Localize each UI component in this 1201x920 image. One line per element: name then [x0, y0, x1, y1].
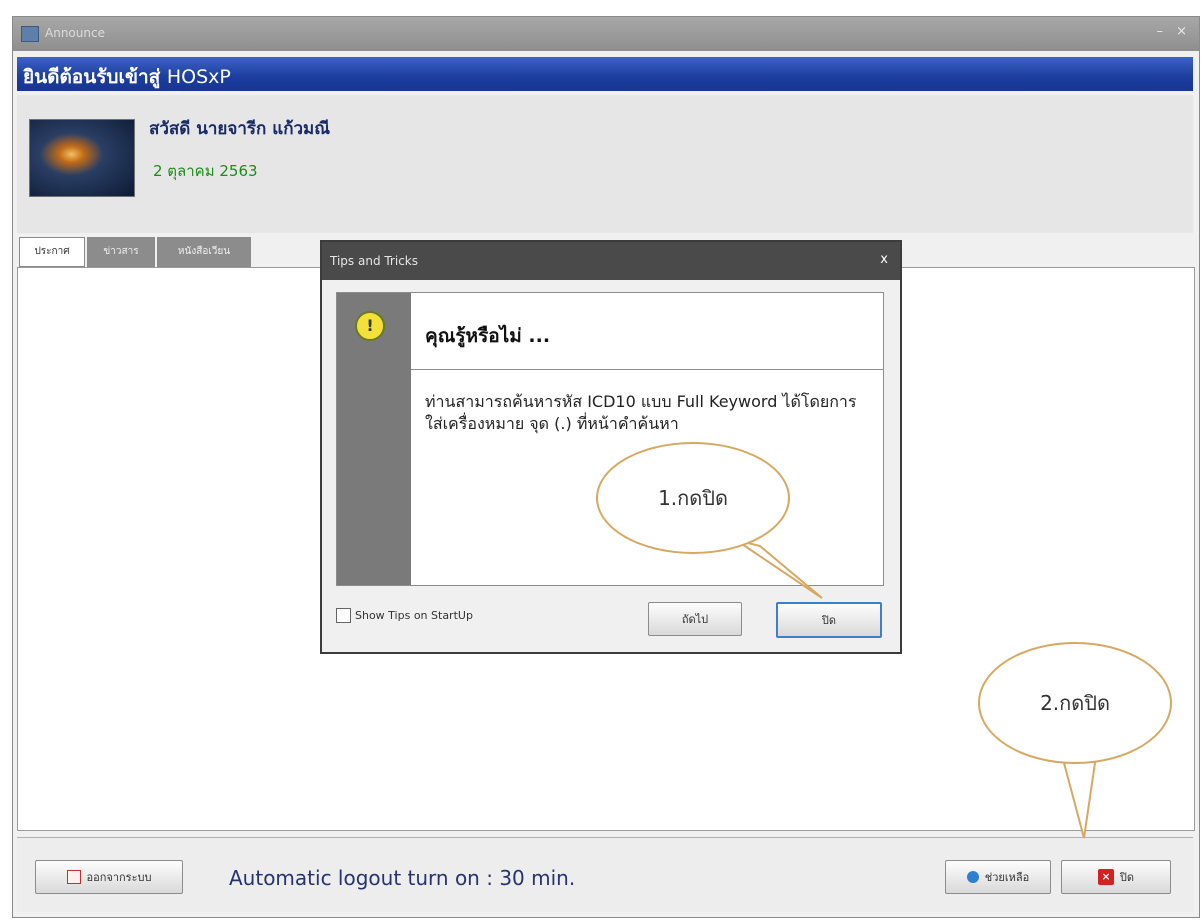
help-button[interactable]: ช่วยเหลือ: [945, 860, 1051, 894]
avatar: [29, 119, 135, 197]
logout-button[interactable]: ออกจากระบบ: [35, 860, 183, 894]
close-button[interactable]: × ปิด: [1061, 860, 1171, 894]
user-greeting: สวัสดี นายจารีก แก้วมณี: [149, 119, 331, 139]
app-icon: [21, 26, 39, 42]
logout-button-label: ออกจากระบบ: [86, 871, 152, 884]
lightbulb-icon: !: [355, 311, 385, 341]
tab-announcements[interactable]: ประกาศ: [19, 237, 85, 267]
welcome-banner: ยินดีต้อนรับเข้าสู่ HOSxP: [17, 57, 1193, 91]
tips-body: ท่านสามารถค้นหารหัส ICD10 แบบ Full Keywo…: [425, 392, 857, 433]
show-tips-checkbox[interactable]: [336, 608, 351, 623]
window-titlebar[interactable]: Announce – ×: [13, 17, 1199, 51]
tips-panel: ! คุณรู้หรือไม่ ... ท่านสามารถค้นหารหัส …: [336, 292, 884, 586]
window-close-button[interactable]: ×: [1176, 24, 1187, 39]
tips-title: Tips and Tricks: [330, 254, 419, 268]
tips-close-button[interactable]: ปิด: [776, 602, 882, 638]
callout-step-2: 2.กดปิด: [978, 642, 1172, 764]
welcome-text: ยินดีต้อนรับเข้าสู่ HOSxP: [23, 62, 231, 92]
tab-news[interactable]: ข่าวสาร: [87, 237, 155, 267]
help-button-label: ช่วยเหลือ: [984, 871, 1030, 884]
help-icon: [966, 871, 979, 883]
tips-dialog: Tips and Tricks x ! คุณรู้หรือไม่ ... ท่…: [320, 240, 902, 654]
minimize-button[interactable]: –: [1157, 24, 1164, 39]
show-tips-option[interactable]: Show Tips on StartUp: [336, 608, 473, 623]
tips-sidebar: !: [337, 293, 411, 585]
welcome-app-name: HOSxP: [166, 66, 231, 88]
bottom-bar: ออกจากระบบ Automatic logout turn on : 30…: [17, 837, 1193, 912]
close-icon: ×: [1097, 869, 1114, 885]
window-title: Announce: [45, 26, 105, 40]
tips-heading: คุณรู้หรือไม่ ...: [425, 325, 551, 347]
callout-step-1: 1.กดปิด: [596, 442, 790, 554]
welcome-prefix: ยินดีต้อนรับเข้าสู่: [23, 66, 161, 88]
tips-close-icon[interactable]: x: [880, 252, 888, 267]
next-tip-button[interactable]: ถัดไป: [648, 602, 742, 636]
auto-logout-status: Automatic logout turn on : 30 min.: [229, 866, 576, 890]
show-tips-label: Show Tips on StartUp: [355, 609, 473, 622]
user-profile-panel: สวัสดี นายจารีก แก้วมณี 2 ตุลาคม 2563: [17, 95, 1193, 233]
close-button-label: ปิด: [1119, 871, 1135, 884]
tips-titlebar[interactable]: Tips and Tricks x: [322, 242, 900, 280]
current-date: 2 ตุลาคม 2563: [153, 162, 258, 180]
tab-circulars[interactable]: หนังสือเวียน: [157, 237, 251, 267]
logout-icon: [66, 870, 81, 884]
tips-divider: [411, 369, 883, 370]
